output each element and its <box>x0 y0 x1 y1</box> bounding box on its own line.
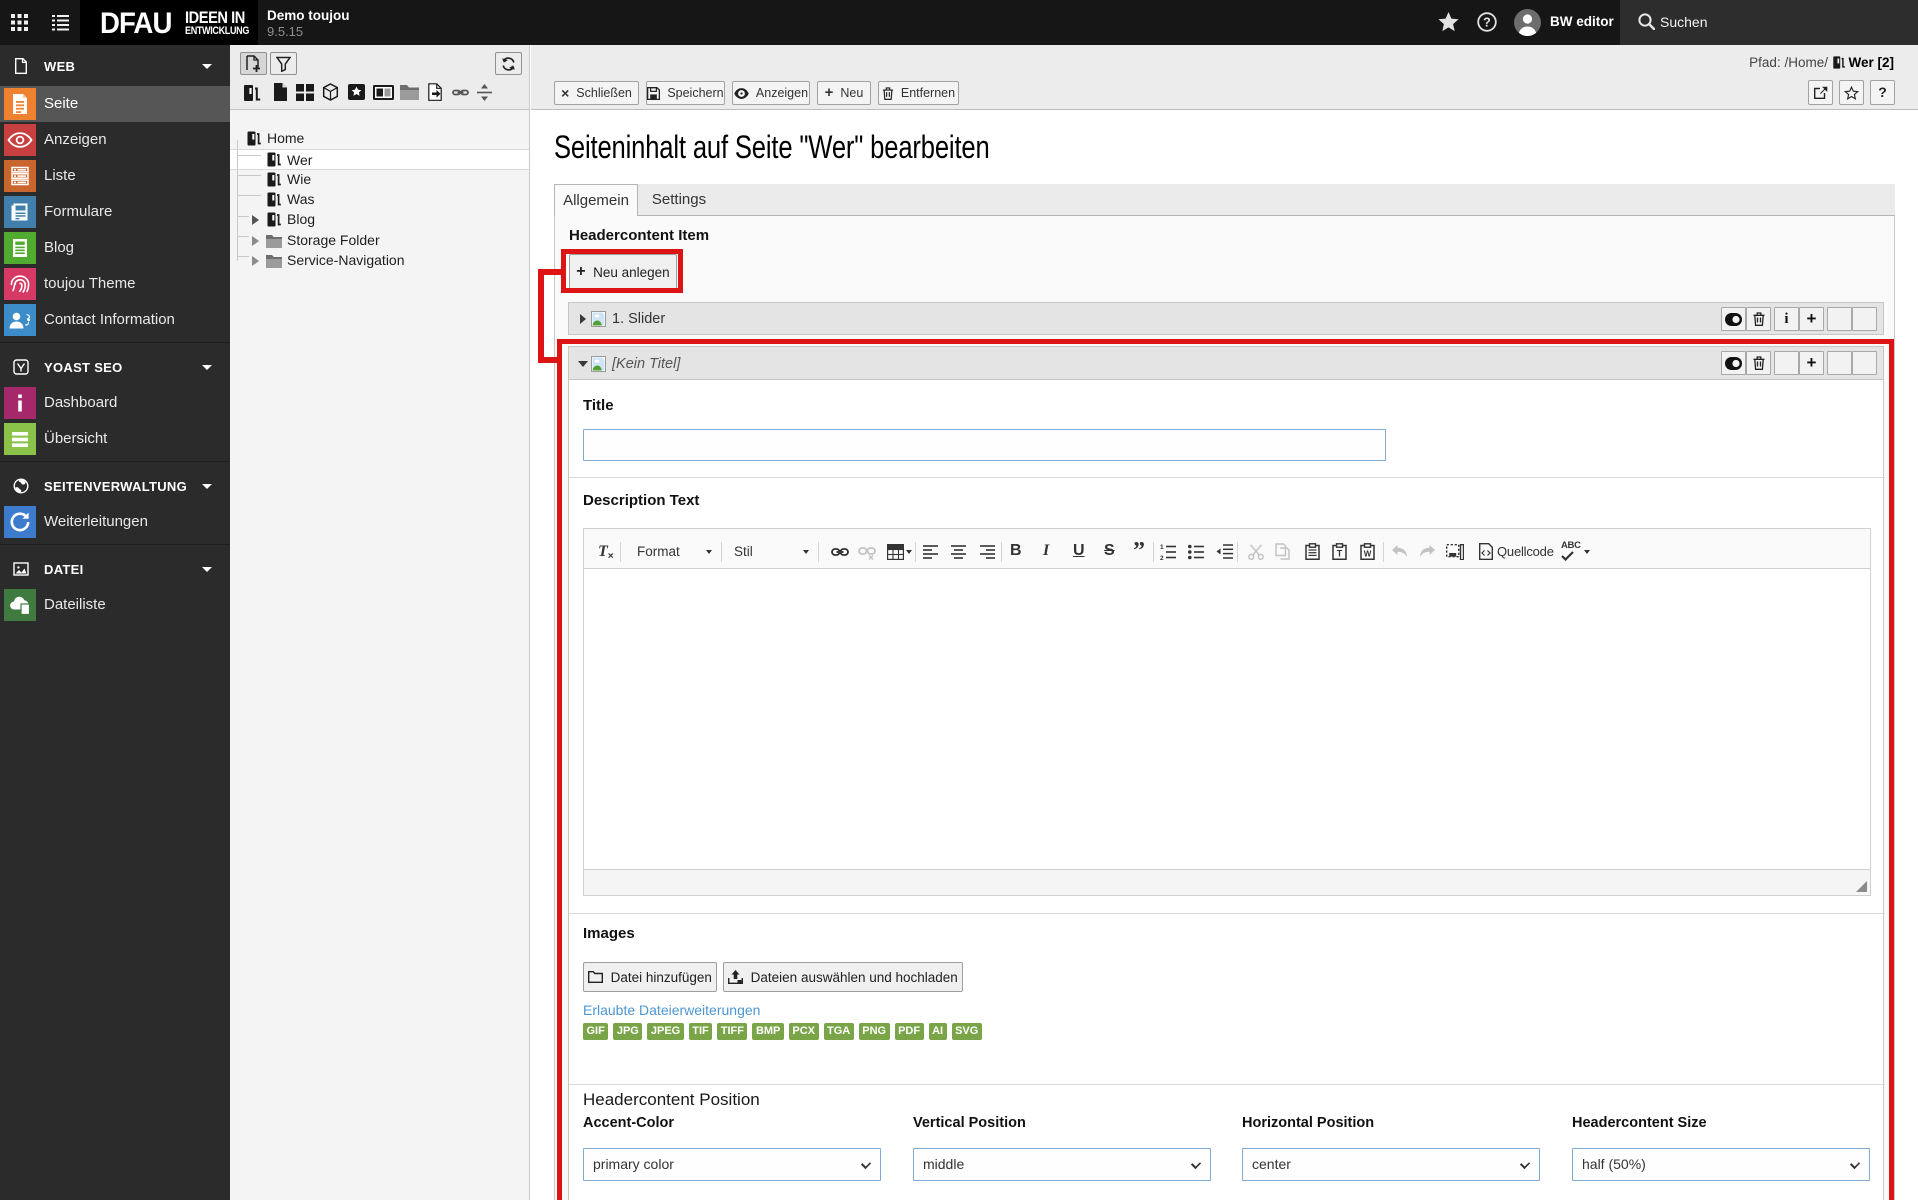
svg-text:?: ? <box>1483 15 1491 29</box>
